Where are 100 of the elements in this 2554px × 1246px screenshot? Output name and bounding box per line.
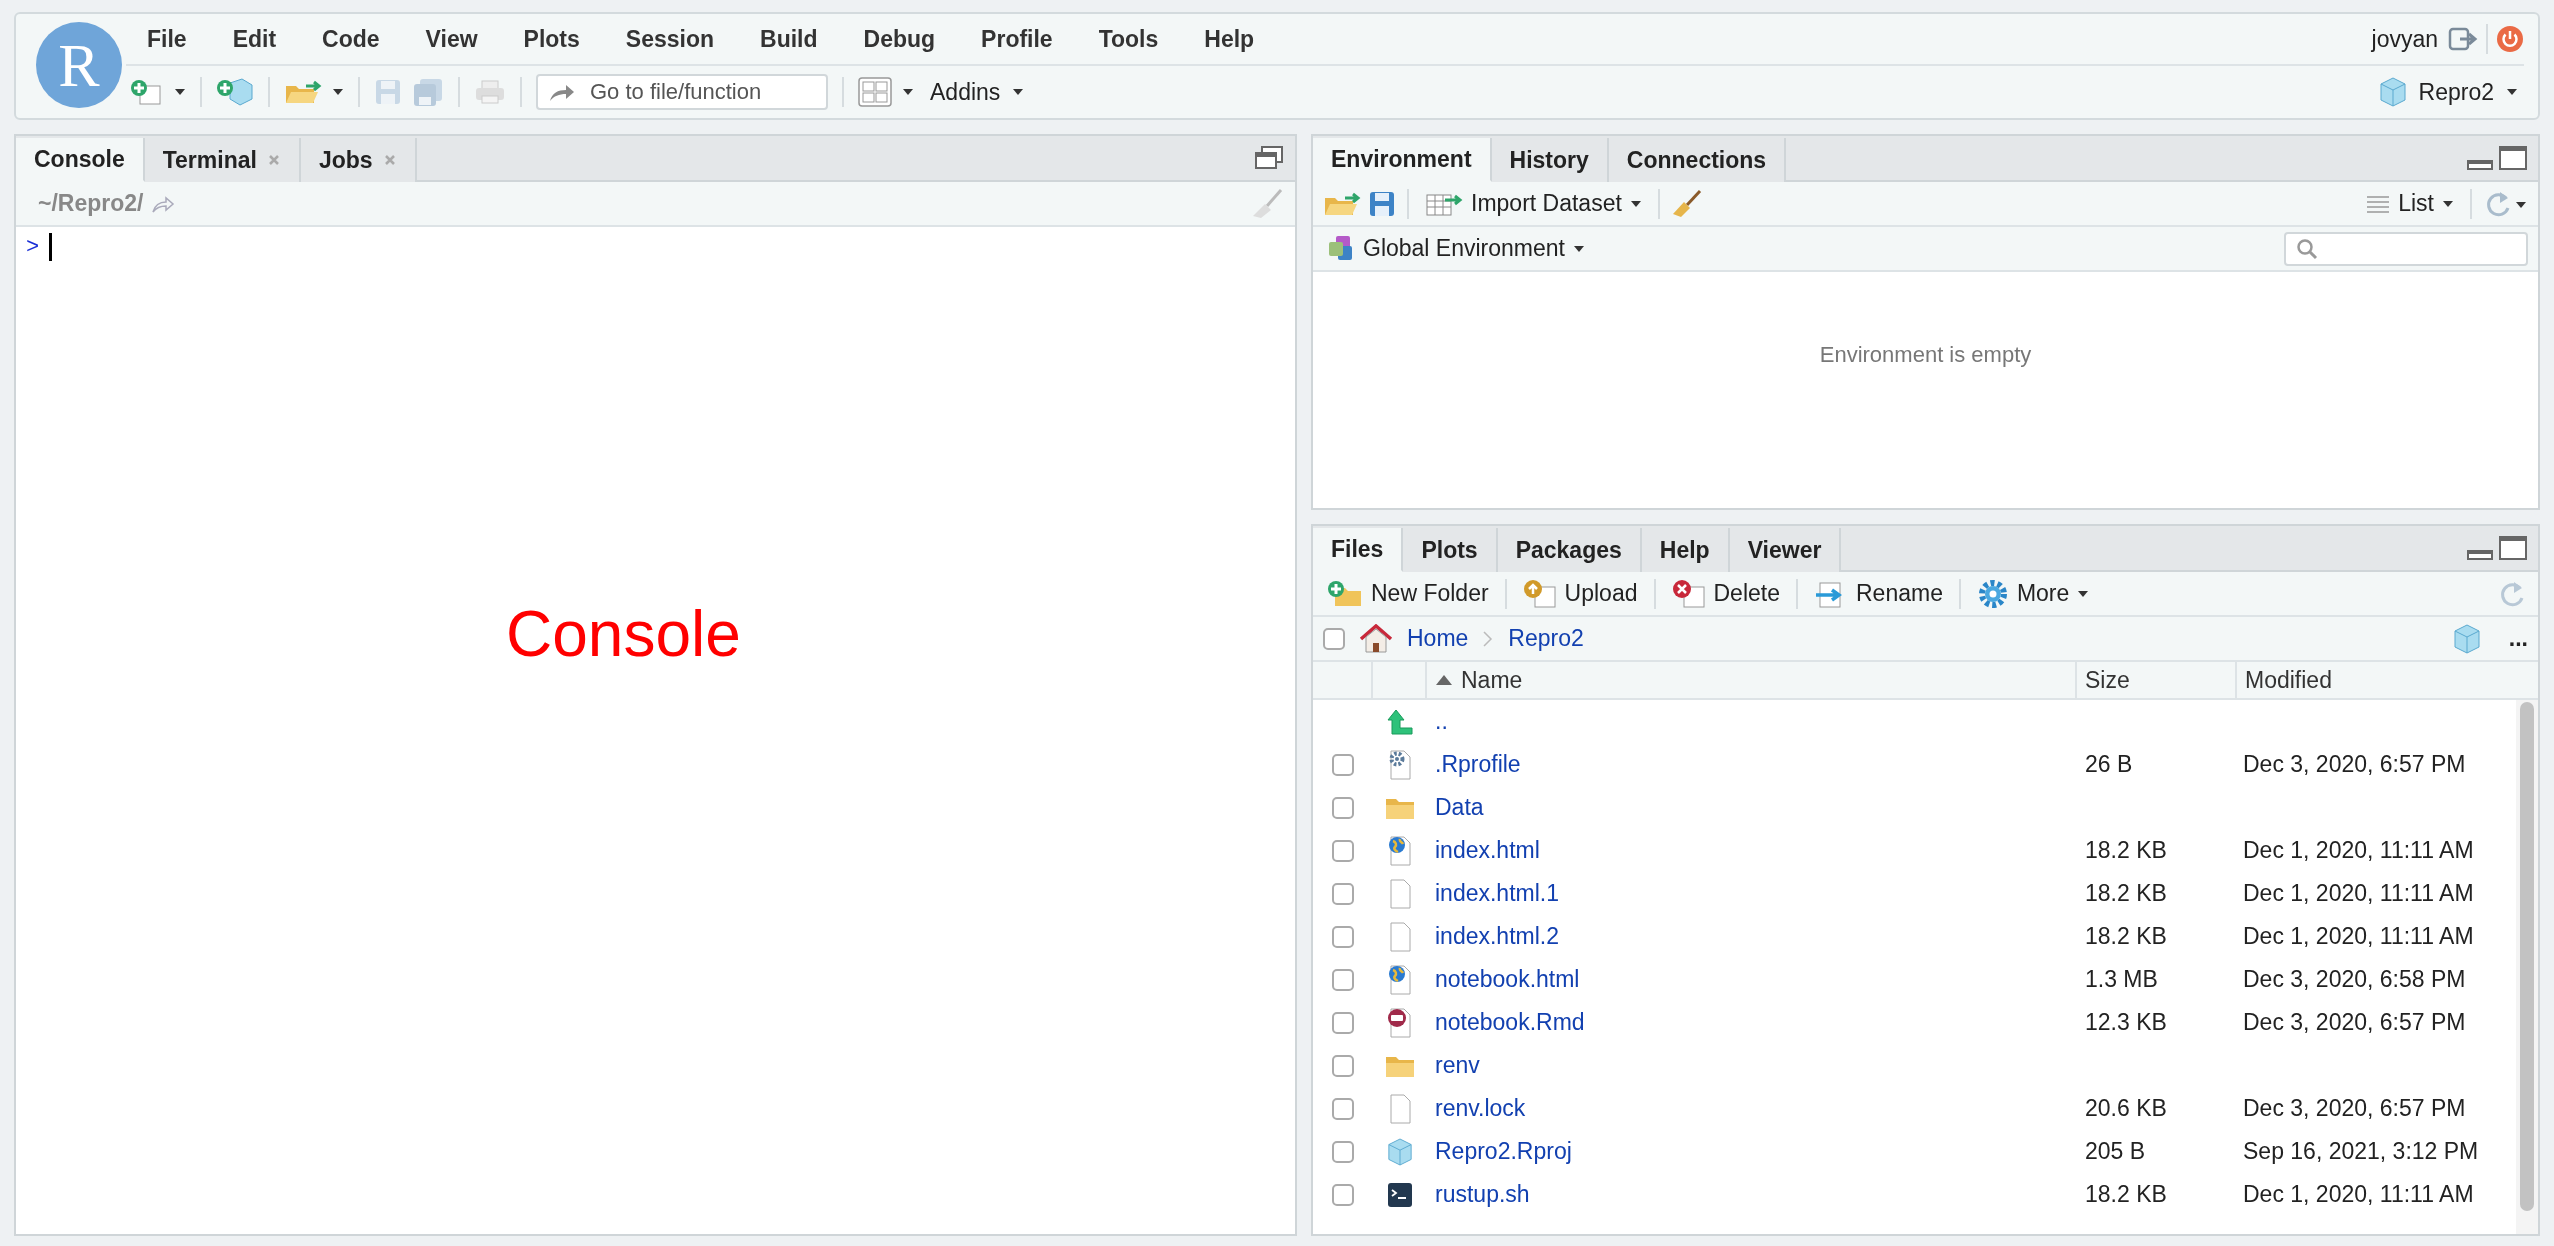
file-name-link[interactable]: notebook.html (1427, 966, 2077, 993)
addins-menu[interactable]: Addins (924, 78, 1031, 106)
file-size: 18.2 KB (2084, 1181, 2168, 1208)
file-name-link[interactable]: .Rprofile (1427, 751, 2077, 778)
broom-icon[interactable] (1671, 188, 1702, 219)
pane-tab[interactable]: Console (16, 138, 145, 182)
row-checkbox[interactable] (1332, 753, 1354, 776)
menu-item[interactable]: Help (1183, 25, 1276, 53)
user-name: jovyan (2371, 25, 2438, 53)
new-file-icon[interactable] (130, 78, 164, 106)
upload-button[interactable]: Upload (1518, 578, 1642, 609)
home-icon[interactable] (1359, 623, 1393, 654)
file-size: 18.2 KB (2084, 923, 2168, 950)
file-icon (1387, 1093, 1413, 1124)
sign-out-icon[interactable] (2448, 26, 2478, 52)
go-to-file-field[interactable]: Go to file/function (536, 74, 828, 110)
row-checkbox[interactable] (1332, 839, 1354, 862)
file-name-link[interactable]: .. (1427, 708, 2077, 735)
chevron-icon (1482, 629, 1495, 648)
file-name-link[interactable]: rustup.sh (1427, 1181, 2077, 1208)
row-checkbox[interactable] (1332, 968, 1354, 991)
console-area[interactable]: > Console (16, 227, 1295, 1234)
power-icon[interactable] (2496, 25, 2524, 53)
breadcrumb-link[interactable]: Home (1407, 625, 1469, 652)
close-icon[interactable] (382, 153, 397, 167)
file-name-link[interactable]: index.html.1 (1427, 880, 2077, 907)
rmd-file-icon (1387, 1007, 1413, 1038)
rename-button[interactable]: Rename (1810, 578, 1947, 609)
close-icon[interactable] (266, 153, 281, 167)
overflow-menu[interactable]: ... (2508, 625, 2528, 652)
pane-tab[interactable]: Help (1641, 528, 1730, 572)
file-name-link[interactable]: renv.lock (1427, 1095, 2077, 1122)
print-icon[interactable] (474, 79, 506, 105)
new-project-icon[interactable] (216, 77, 254, 107)
file-name-link[interactable]: notebook.Rmd (1427, 1009, 2077, 1036)
row-checkbox[interactable] (1332, 796, 1354, 819)
menu-item[interactable]: Debug (842, 25, 957, 53)
file-size: 18.2 KB (2084, 880, 2168, 907)
file-name-link[interactable]: renv (1427, 1052, 2077, 1079)
caret-icon[interactable] (174, 88, 186, 96)
file-name-link[interactable]: Data (1427, 794, 2077, 821)
save-icon[interactable] (1369, 190, 1395, 217)
more-button[interactable]: More (1972, 577, 2094, 610)
menu-item[interactable]: View (404, 25, 499, 53)
environment-scope-menu[interactable]: Global Environment (1323, 234, 1589, 263)
new-folder-button[interactable]: New Folder (1323, 579, 1493, 608)
minimize-maximize-icon[interactable] (2466, 145, 2528, 171)
caret-icon (2077, 589, 2090, 598)
file-name-link[interactable]: index.html.2 (1427, 923, 2077, 950)
file-name-link[interactable]: Repro2.Rproj (1427, 1138, 2077, 1165)
up-arrow-icon[interactable] (1386, 707, 1414, 736)
pane-tab[interactable]: Files (1313, 528, 1404, 572)
pane-tab[interactable]: Packages (1497, 528, 1642, 572)
row-checkbox[interactable] (1332, 925, 1354, 948)
delete-button[interactable]: Delete (1667, 578, 1784, 609)
import-dataset-button[interactable]: Import Dataset (1421, 190, 1646, 217)
menu-item[interactable]: File (126, 25, 208, 53)
row-checkbox[interactable] (1332, 1054, 1354, 1077)
select-all-checkbox[interactable] (1323, 627, 1345, 650)
menu-item[interactable]: Edit (211, 25, 298, 53)
pane-tab[interactable]: Viewer (1729, 528, 1842, 572)
scrollbar[interactable] (2516, 700, 2538, 1234)
row-checkbox[interactable] (1332, 1011, 1354, 1034)
pane-layout-icon[interactable] (858, 77, 892, 107)
row-checkbox[interactable] (1332, 1140, 1354, 1163)
search-field[interactable] (2284, 231, 2528, 266)
row-checkbox[interactable] (1332, 882, 1354, 905)
pane-tab[interactable]: History (1491, 138, 1609, 182)
caret-icon[interactable] (332, 88, 344, 96)
minimize-maximize-icon[interactable] (2466, 535, 2528, 561)
delete-icon (1671, 578, 1706, 609)
console-prompt: > (26, 234, 40, 260)
column-header[interactable]: Modified (2237, 662, 2538, 698)
column-header[interactable]: Size (2077, 662, 2237, 698)
menu-item[interactable]: Code (301, 25, 401, 53)
pane-tab[interactable]: Plots (1403, 528, 1498, 572)
file-modified-date: Dec 1, 2020, 11:11 AM (2242, 923, 2475, 950)
menu-item[interactable]: Tools (1077, 25, 1180, 53)
breadcrumb-link[interactable]: Repro2 (1508, 625, 1584, 652)
menu-item[interactable]: Plots (502, 25, 601, 53)
project-menu[interactable]: Repro2 (2372, 77, 2524, 107)
pane-tab[interactable]: Connections (1608, 138, 1787, 182)
pane-tab[interactable]: Jobs (300, 138, 417, 182)
save-all-icon[interactable] (412, 77, 444, 107)
menu-item[interactable]: Build (739, 25, 839, 53)
view-mode-menu[interactable]: List (2362, 190, 2458, 217)
row-checkbox[interactable] (1332, 1097, 1354, 1120)
menu-item[interactable]: Profile (960, 25, 1074, 53)
file-modified-date: Dec 1, 2020, 11:11 AM (2242, 880, 2475, 907)
open-folder-icon[interactable] (284, 78, 322, 106)
pane-tab[interactable]: Terminal (144, 138, 301, 182)
menu-item[interactable]: Session (604, 25, 736, 53)
file-modified-date: Dec 3, 2020, 6:57 PM (2242, 1009, 2467, 1036)
row-checkbox[interactable] (1332, 1183, 1354, 1206)
file-name-link[interactable]: index.html (1427, 837, 2077, 864)
caret-icon[interactable] (902, 88, 914, 96)
column-header[interactable]: Name (1427, 662, 2077, 698)
refresh-icon[interactable] (2484, 189, 2528, 218)
pane-tab[interactable]: Environment (1313, 138, 1492, 182)
restore-icon[interactable] (1253, 145, 1285, 171)
